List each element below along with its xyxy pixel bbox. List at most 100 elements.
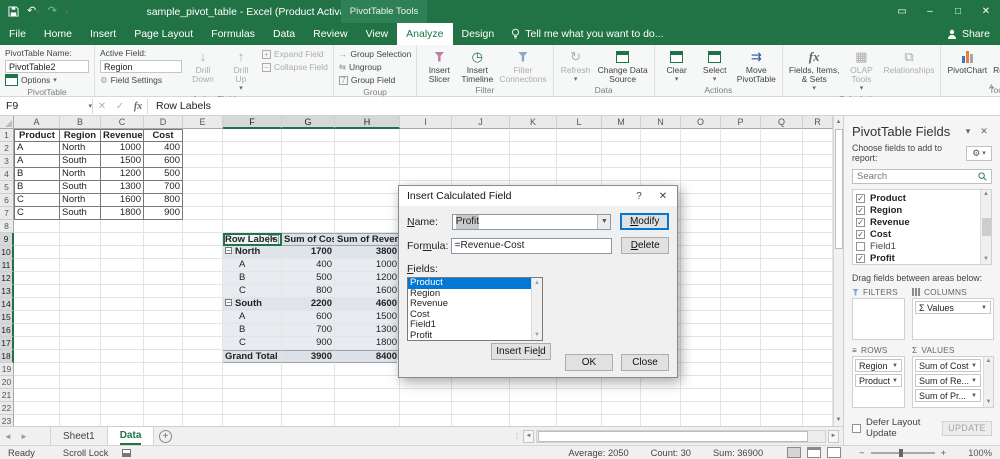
checkbox-cost[interactable]: ✓ — [856, 230, 865, 239]
tab-view[interactable]: View — [357, 23, 398, 45]
cell-F2[interactable] — [223, 142, 282, 155]
cell-O3[interactable] — [681, 155, 721, 168]
cell-A12[interactable] — [14, 272, 60, 285]
values-scrollbar[interactable]: ▲▼ — [983, 357, 993, 407]
cell-A15[interactable] — [14, 311, 60, 324]
cell-H2[interactable] — [335, 142, 400, 155]
cell-E20[interactable] — [183, 376, 223, 389]
cell-E10[interactable] — [183, 246, 223, 259]
rows-area[interactable]: ≡ROWS Region▼Product▼ — [852, 344, 905, 408]
cell-P7[interactable] — [721, 207, 761, 220]
cell-G4[interactable] — [282, 168, 335, 181]
cell-L22[interactable] — [557, 402, 602, 415]
cell-L3[interactable] — [557, 155, 602, 168]
cell-H20[interactable] — [335, 376, 400, 389]
cell-J2[interactable] — [452, 142, 510, 155]
chip-dropdown-arrow[interactable]: ▼ — [969, 393, 977, 399]
collapse-button[interactable]: − — [225, 247, 232, 254]
relationships-button[interactable]: ⧉Relationships — [880, 47, 937, 76]
cell-D19[interactable] — [144, 363, 183, 376]
cell-Q13[interactable] — [761, 285, 803, 298]
expand-field-button[interactable]: +Expand Field — [262, 48, 328, 60]
cell-Q23[interactable] — [761, 415, 803, 426]
cell-Q2[interactable] — [761, 142, 803, 155]
values-area[interactable]: ΣVALUES Sum of Cost▼Sum of Re...▼Sum of … — [912, 344, 994, 408]
active-field-input[interactable]: Region — [100, 60, 182, 73]
chip-dropdown-arrow[interactable]: ▼ — [969, 378, 977, 384]
cell-D23[interactable] — [144, 415, 183, 426]
row-header-19[interactable]: 19 — [0, 363, 14, 376]
cell-E16[interactable] — [183, 324, 223, 337]
cell-R18[interactable] — [803, 350, 833, 363]
chip-dropdown-arrow[interactable]: ▼ — [890, 363, 898, 369]
cell-E11[interactable] — [183, 259, 223, 272]
filter-connections-button[interactable]: Filter Connections — [496, 47, 549, 85]
cell-E18[interactable] — [183, 350, 223, 363]
cell-A5[interactable]: B — [14, 181, 60, 194]
collapse-ribbon-button[interactable]: ˄ — [989, 82, 994, 92]
cell-R10[interactable] — [803, 246, 833, 259]
tools-gear-button[interactable]: ⚙▾ — [966, 146, 992, 161]
checkbox-field1[interactable] — [856, 242, 865, 251]
cell-H10[interactable]: 3800 — [335, 246, 400, 259]
cell-Q15[interactable] — [761, 311, 803, 324]
zoom-slider-thumb[interactable] — [899, 449, 903, 457]
row-header-8[interactable]: 8 — [0, 220, 14, 233]
cell-F18[interactable]: Grand Total — [223, 350, 282, 363]
cell-R7[interactable] — [803, 207, 833, 220]
cell-P15[interactable] — [721, 311, 761, 324]
cell-L4[interactable] — [557, 168, 602, 181]
cell-B6[interactable]: North — [60, 194, 101, 207]
cell-H11[interactable]: 1000 — [335, 259, 400, 272]
listbox-scroll-up[interactable]: ▲ — [534, 278, 540, 288]
update-button[interactable]: UPDATE — [942, 421, 992, 436]
cell-O5[interactable] — [681, 181, 721, 194]
sheet-nav-left[interactable]: ◄ — [0, 427, 16, 445]
cell-B4[interactable]: North — [60, 168, 101, 181]
cell-H12[interactable]: 1200 — [335, 272, 400, 285]
scroll-up-arrow[interactable]: ▲ — [836, 116, 842, 128]
cell-O7[interactable] — [681, 207, 721, 220]
cell-P17[interactable] — [721, 337, 761, 350]
cell-O17[interactable] — [681, 337, 721, 350]
cell-G11[interactable]: 400 — [282, 259, 335, 272]
cell-K1[interactable] — [510, 129, 557, 142]
cell-Q20[interactable] — [761, 376, 803, 389]
cell-C12[interactable] — [101, 272, 144, 285]
cell-I22[interactable] — [400, 402, 452, 415]
cell-O13[interactable] — [681, 285, 721, 298]
name-box[interactable]: F9▾ — [0, 100, 92, 112]
chip-dropdown-arrow[interactable]: ▼ — [969, 363, 977, 369]
cell-B7[interactable]: South — [60, 207, 101, 220]
cell-G7[interactable] — [282, 207, 335, 220]
cell-R16[interactable] — [803, 324, 833, 337]
ungroup-button[interactable]: ⇆Ungroup — [339, 61, 411, 73]
cell-I2[interactable] — [400, 142, 452, 155]
cell-P22[interactable] — [721, 402, 761, 415]
macro-record-icon[interactable] — [122, 449, 131, 457]
name-combobox[interactable]: Profit▼ — [452, 214, 612, 230]
undo-button[interactable]: ↶▾ — [27, 0, 40, 24]
cell-D11[interactable] — [144, 259, 183, 272]
row-header-16[interactable]: 16 — [0, 324, 14, 337]
cell-H8[interactable] — [335, 220, 400, 233]
select-all-corner[interactable] — [0, 116, 14, 129]
cell-A7[interactable]: C — [14, 207, 60, 220]
cell-G12[interactable]: 500 — [282, 272, 335, 285]
olap-tools-button[interactable]: ▦OLAP Tools▾ — [842, 47, 880, 94]
vertical-scroll-thumb[interactable] — [835, 129, 843, 249]
checkbox-product[interactable]: ✓ — [856, 194, 865, 203]
field-item-region[interactable]: ✓Region — [856, 204, 978, 216]
sheet-tab-sheet1[interactable]: Sheet1 — [50, 427, 108, 445]
row-header-12[interactable]: 12 — [0, 272, 14, 285]
cell-C2[interactable]: 1000 — [101, 142, 144, 155]
cell-B16[interactable] — [60, 324, 101, 337]
ok-button[interactable]: OK — [565, 354, 613, 371]
cell-P21[interactable] — [721, 389, 761, 402]
cell-P9[interactable] — [721, 233, 761, 246]
cell-H16[interactable]: 1300 — [335, 324, 400, 337]
h-scroll-left-arrow[interactable]: ◄ — [523, 430, 534, 443]
fields-items-sets-button[interactable]: fxFields, Items, & Sets▾ — [786, 47, 843, 94]
column-header-R[interactable]: R — [803, 116, 833, 129]
cell-R19[interactable] — [803, 363, 833, 376]
